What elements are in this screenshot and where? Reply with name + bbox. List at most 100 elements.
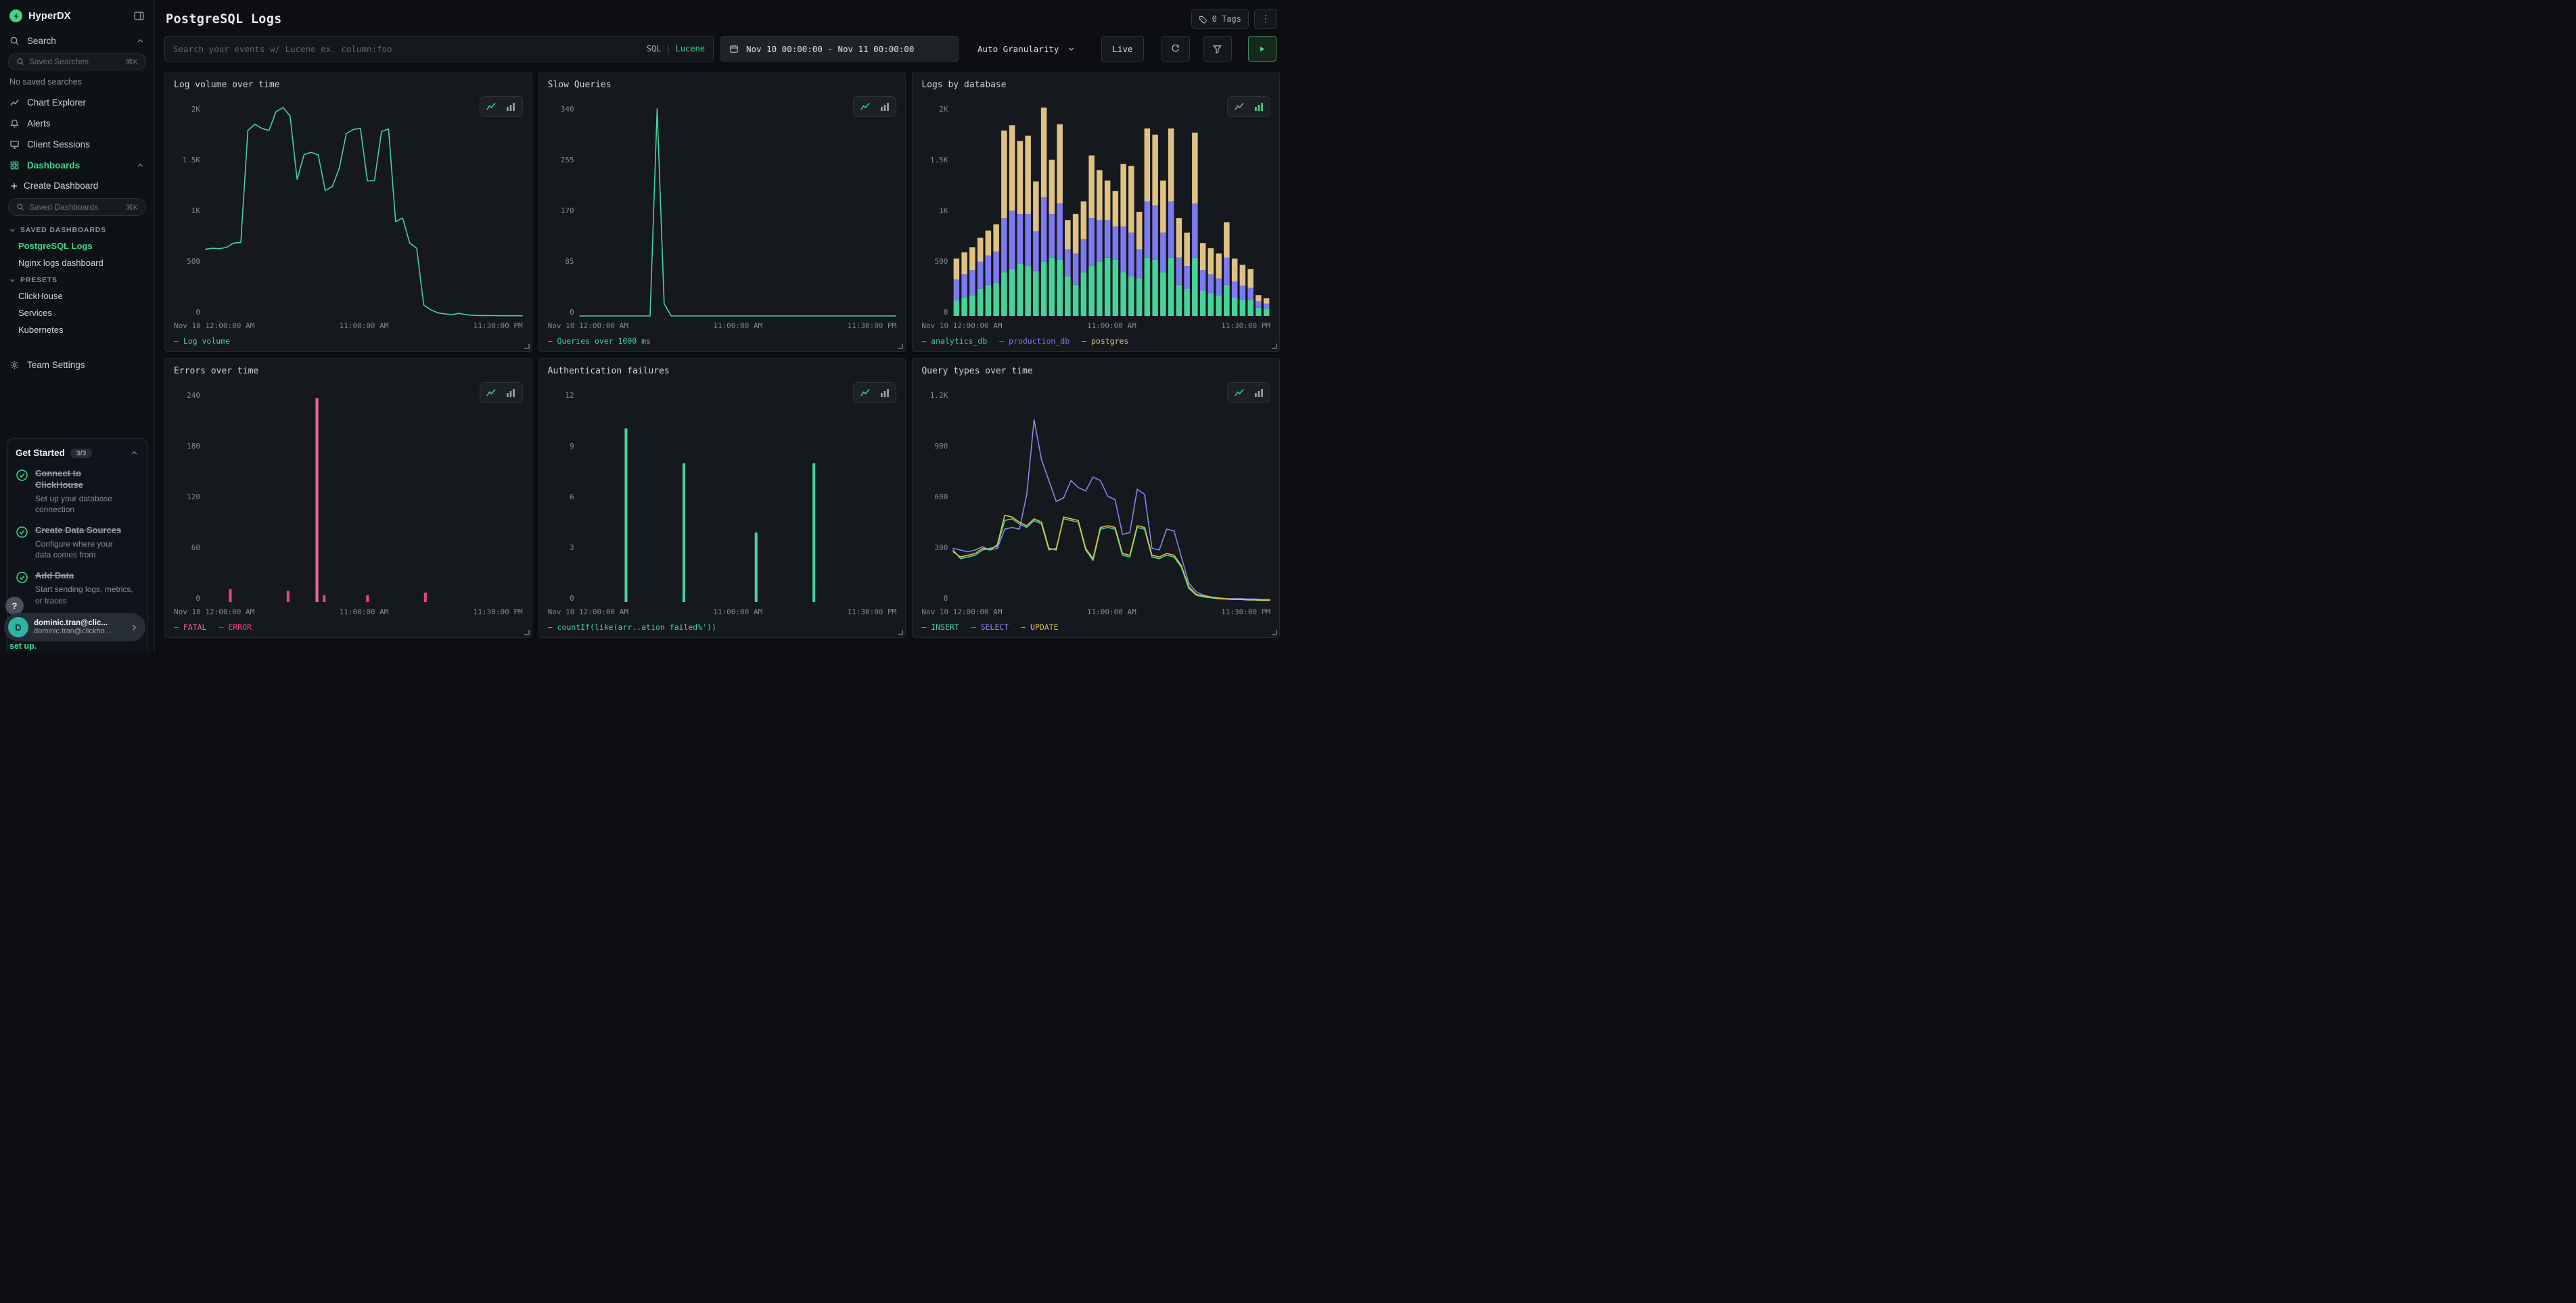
chart-line-icon [9, 97, 20, 108]
user-menu[interactable]: D dominic.tran@clic... dominic.tran@clic… [4, 613, 145, 641]
sidebar-item-clickhouse[interactable]: ClickHouse [0, 288, 154, 304]
section-label-text: PRESETS [20, 276, 58, 284]
refresh-icon [1170, 44, 1180, 54]
saved-searches-input[interactable]: Saved Searches ⌘K [8, 53, 146, 70]
sidebar-item-nginx-dashboard[interactable]: Nginx logs dashboard [0, 254, 154, 271]
sidebar-item-client-sessions[interactable]: Client Sessions [0, 134, 154, 155]
line-chart-icon[interactable] [482, 99, 501, 114]
line-chart-icon[interactable] [1230, 385, 1248, 401]
y-axis: 2K1.5K1K5000 [174, 105, 205, 317]
live-button[interactable]: Live [1101, 36, 1143, 62]
resize-handle[interactable] [524, 344, 530, 349]
y-axis: 340255170850 [548, 105, 579, 317]
resize-handle[interactable] [898, 630, 903, 635]
check-circle-icon [16, 469, 28, 515]
x-axis: Nov 10 12:00:00 AM11:00:00 AM11:30:00 PM [174, 321, 523, 330]
section-saved-dashboards[interactable]: SAVED DASHBOARDS [0, 221, 154, 237]
x-axis: Nov 10 12:00:00 AM11:00:00 AM11:30:00 PM [548, 608, 897, 616]
refresh-button[interactable] [1162, 36, 1190, 62]
bar-chart-icon[interactable] [875, 385, 894, 401]
user-name: dominic.tran@clic... [34, 619, 111, 627]
line-chart-icon[interactable] [1230, 99, 1248, 114]
sidebar-item-label: Search [27, 36, 56, 46]
sidebar-collapse-icon[interactable] [133, 10, 145, 22]
line-chart-icon[interactable] [482, 385, 501, 401]
search-icon [9, 36, 20, 46]
sidebar-item-dashboards[interactable]: Dashboards [0, 155, 154, 176]
chevron-up-icon[interactable] [136, 37, 145, 45]
line-chart-icon[interactable] [856, 385, 874, 401]
plot-area [205, 391, 523, 603]
chart-type-toggle [1227, 382, 1270, 403]
legend: — FATAL— ERROR [174, 622, 523, 632]
more-options-button[interactable]: ⋮ [1254, 9, 1277, 29]
bar-chart-icon[interactable] [502, 99, 520, 114]
dashboard-grid: Log volume over time 2K1.5K1K5000 Nov 10… [164, 72, 1280, 638]
y-axis: 240180120600 [174, 391, 205, 603]
setup-link[interactable]: set up. [9, 641, 37, 651]
no-saved-searches-text: No saved searches [0, 76, 154, 92]
resize-handle[interactable] [524, 630, 530, 635]
app-root: HyperDX Search Saved Searches ⌘K No save… [0, 0, 1288, 652]
filter-button[interactable] [1203, 36, 1232, 62]
plot-area [205, 105, 523, 317]
help-button[interactable]: ? [5, 597, 24, 615]
create-dashboard-button[interactable]: Create Dashboard [0, 176, 154, 197]
resize-handle[interactable] [1272, 344, 1277, 349]
plot-area [579, 105, 897, 317]
y-axis: 1.2K9006003000 [921, 391, 952, 603]
get-started-header[interactable]: Get Started 3/3 [16, 448, 139, 458]
time-range-value: Nov 10 00:00:00 - Nov 11 00:00:00 [746, 44, 914, 54]
lucene-toggle[interactable]: Lucene [676, 44, 705, 53]
sidebar-item-team-settings[interactable]: Team Settings [0, 355, 154, 375]
bar-chart-icon[interactable] [502, 385, 520, 401]
sidebar-item-label: Client Sessions [27, 139, 90, 150]
bell-icon [9, 118, 20, 129]
saved-dashboards-input[interactable]: Saved Dashboards ⌘K [8, 198, 146, 216]
sidebar-item-label: Chart Explorer [27, 97, 86, 108]
sidebar-item-services[interactable]: Services [0, 304, 154, 321]
calendar-icon [729, 44, 739, 53]
time-range-picker[interactable]: Nov 10 00:00:00 - Nov 11 00:00:00 [720, 36, 959, 62]
play-icon [1258, 45, 1266, 53]
tags-button[interactable]: 0 Tags [1191, 9, 1249, 29]
sidebar-item-kubernetes[interactable]: Kubernetes [0, 321, 154, 338]
granularity-select[interactable]: Auto Granularity [969, 36, 1084, 62]
event-search-input[interactable]: Search your events w/ Lucene ex. column:… [164, 36, 714, 62]
get-started-progress-badge: 3/3 [70, 449, 93, 458]
panel-query-types: Query types over time 1.2K9006003000 Nov… [912, 358, 1280, 638]
resize-handle[interactable] [1272, 630, 1277, 635]
sidebar-item-postgresql-logs[interactable]: PostgreSQL Logs [0, 237, 154, 254]
panel-title: Logs by database [921, 80, 1270, 90]
sidebar-item-alerts[interactable]: Alerts [0, 113, 154, 134]
bar-chart-icon[interactable] [875, 99, 894, 114]
panel-title: Log volume over time [174, 80, 523, 90]
shortcut-hint: ⌘K [126, 203, 138, 212]
x-axis: Nov 10 12:00:00 AM11:00:00 AM11:30:00 PM [174, 608, 523, 616]
line-chart-icon[interactable] [856, 99, 874, 114]
get-started-item-title: Add Data [35, 570, 133, 582]
search-placeholder: Search your events w/ Lucene ex. column:… [173, 44, 392, 54]
search-icon [16, 58, 24, 66]
get-started-item[interactable]: Create Data Sources Configure where your… [16, 525, 139, 560]
create-dashboard-label: Create Dashboard [24, 181, 98, 191]
resize-handle[interactable] [898, 344, 903, 349]
get-started-item[interactable]: Add Data Start sending logs, metrics, or… [16, 570, 139, 605]
chevron-up-icon[interactable] [136, 161, 145, 170]
plus-icon [10, 182, 18, 190]
section-presets[interactable]: PRESETS [0, 271, 154, 288]
toolbar: Search your events w/ Lucene ex. column:… [164, 36, 1280, 62]
bar-chart-icon[interactable] [1249, 99, 1268, 114]
brand-row: HyperDX [0, 0, 154, 30]
chevron-up-icon[interactable] [130, 449, 139, 457]
dashboard-grid-icon [9, 160, 20, 170]
sidebar-item-search[interactable]: Search [0, 30, 154, 51]
panel-errors: Errors over time 240180120600 Nov 10 12:… [164, 358, 532, 638]
chevron-right-icon [130, 623, 139, 632]
chevron-down-icon [9, 277, 16, 284]
run-query-button[interactable] [1248, 36, 1276, 62]
get-started-item[interactable]: Connect to ClickHouse Set up your databa… [16, 468, 139, 515]
sql-toggle[interactable]: SQL [647, 44, 662, 53]
bar-chart-icon[interactable] [1249, 385, 1268, 401]
sidebar-item-chart-explorer[interactable]: Chart Explorer [0, 92, 154, 113]
